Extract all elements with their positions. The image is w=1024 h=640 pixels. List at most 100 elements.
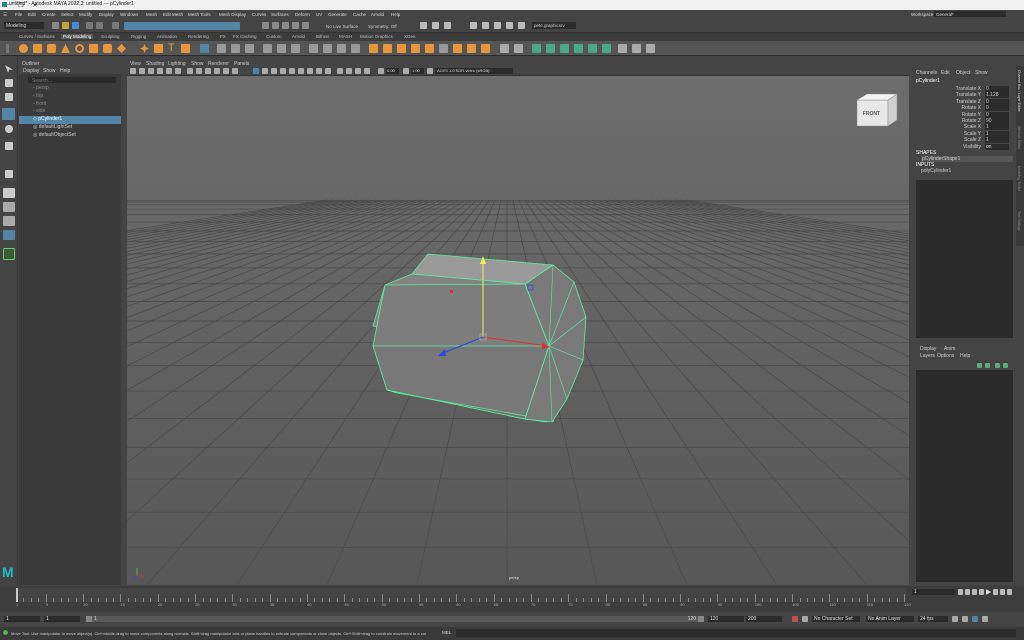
fps-select[interactable]: 24 fps: [918, 616, 948, 622]
outliner-item-top[interactable]: ▪ top: [19, 93, 121, 101]
outliner-item-persp[interactable]: ▪ persp: [19, 85, 121, 93]
new-layer-icon[interactable]: [977, 363, 982, 368]
side-tab-attribute-editor[interactable]: Attribute Editor: [1017, 126, 1021, 149]
shelf-tab-curves-surfaces[interactable]: Curves / Surfaces: [19, 34, 55, 39]
menu-surfaces[interactable]: Surfaces: [271, 12, 289, 17]
anim-layer-select[interactable]: No Anim Layer: [866, 616, 914, 622]
camera-uv-icon[interactable]: [602, 44, 611, 53]
menu-curves[interactable]: Curves: [252, 12, 266, 17]
script-language-toggle[interactable]: MEL: [442, 630, 451, 635]
resolution-gate-icon[interactable]: [205, 68, 211, 74]
prev-key-icon[interactable]: [972, 589, 977, 595]
layer-menu-layers[interactable]: Layers: [920, 353, 935, 359]
outliner-item-defaultlightset[interactable]: ◎ defaultLightSet: [19, 124, 121, 132]
channelbox-object-name[interactable]: pCylinder1: [916, 78, 940, 84]
shelf-tab-motion-graphics[interactable]: Motion Graphics: [360, 34, 393, 39]
viewport-canvas[interactable]: [127, 60, 909, 585]
menu-file[interactable]: File: [15, 12, 22, 17]
poly-cylinder-icon[interactable]: [47, 44, 56, 53]
collapse-icon[interactable]: [467, 44, 476, 53]
2d-pan-zoom-icon[interactable]: [166, 68, 172, 74]
rotate-tool-icon[interactable]: [5, 125, 13, 133]
menu-edit-mesh[interactable]: Edit Mesh: [163, 12, 183, 17]
automatic-uv-icon[interactable]: [546, 44, 555, 53]
boolean-intersect-icon[interactable]: [291, 44, 300, 53]
gamma-icon[interactable]: [403, 68, 409, 74]
character-set-select[interactable]: No Character Set: [812, 616, 860, 622]
shelf-tab-fx-caching[interactable]: FX Caching: [233, 34, 257, 39]
quad-draw-icon[interactable]: [514, 44, 523, 53]
open-scene-icon[interactable]: [62, 22, 69, 29]
shelf-tab-mash[interactable]: MASH: [339, 34, 352, 39]
type-tool-icon[interactable]: [200, 44, 209, 53]
snap-view-icon[interactable]: [292, 22, 299, 29]
layer-menu-help[interactable]: Help: [960, 353, 970, 359]
snap-point-icon[interactable]: [282, 22, 289, 29]
camera-attr-icon[interactable]: [139, 68, 145, 74]
antialiasing-icon[interactable]: [316, 68, 322, 74]
append-polygon-icon[interactable]: [411, 44, 420, 53]
play-forward-icon[interactable]: [986, 589, 991, 595]
cached-playback-icon[interactable]: [972, 616, 978, 622]
isolate-select-icon[interactable]: [337, 68, 343, 74]
menu-windows[interactable]: Windows: [120, 12, 138, 17]
attr-row-visibility[interactable]: Visibility on: [913, 143, 1013, 150]
range-handle-left[interactable]: [86, 616, 92, 622]
wireframe-icon[interactable]: [253, 68, 259, 74]
menu-select[interactable]: Select: [61, 12, 74, 17]
play-back-icon[interactable]: [979, 589, 984, 595]
next-key-icon[interactable]: [993, 589, 998, 595]
target-weld-icon[interactable]: [453, 44, 462, 53]
planar-uv-icon[interactable]: [560, 44, 569, 53]
combine-icon[interactable]: [217, 44, 226, 53]
viewcube[interactable]: [856, 93, 898, 127]
channelbox-menu-edit[interactable]: Edit: [941, 70, 950, 76]
move-tool-icon[interactable]: [2, 108, 15, 120]
view-transform-select[interactable]: ACES 1.0 SDR-video (sRGB): [435, 68, 513, 74]
separate-icon[interactable]: [231, 44, 240, 53]
grid-toggle-icon[interactable]: [187, 68, 193, 74]
layer-tab-display[interactable]: Display: [920, 346, 936, 352]
command-input[interactable]: [456, 629, 1016, 637]
mirror-icon[interactable]: [309, 44, 318, 53]
menu-help[interactable]: Help: [391, 12, 400, 17]
textured-icon[interactable]: [280, 68, 286, 74]
range-max-field[interactable]: 200: [746, 616, 782, 622]
xray-joints-icon[interactable]: [355, 68, 361, 74]
current-frame-field[interactable]: 1: [912, 589, 956, 595]
layout-uv-icon[interactable]: [632, 44, 641, 53]
outliner-layout-icon[interactable]: [3, 230, 15, 240]
time-slider[interactable]: 1 5 10 15 20 25 30 35 40 45 50 55 60 65 70 75 80 85 90 95 10…: [0, 586, 1024, 612]
smooth-shade-icon[interactable]: [262, 68, 268, 74]
scale-tool-icon[interactable]: [5, 142, 13, 150]
xray-icon[interactable]: [346, 68, 352, 74]
menu-generate[interactable]: Generate: [328, 12, 347, 17]
lights-icon[interactable]: [289, 68, 295, 74]
shadows-icon[interactable]: [298, 68, 304, 74]
channelbox-menu-object[interactable]: Object: [956, 70, 970, 76]
circularize-icon[interactable]: [481, 44, 490, 53]
workspace-select[interactable]: General*: [934, 11, 1006, 17]
outliner-item-side[interactable]: ▪ side: [19, 108, 121, 116]
go-to-start-icon[interactable]: [958, 589, 963, 595]
wireframe-on-shaded-icon[interactable]: [271, 68, 277, 74]
exposure-icon[interactable]: [378, 68, 384, 74]
color-management-icon[interactable]: [427, 68, 433, 74]
gate-mask-icon[interactable]: [214, 68, 220, 74]
range-inner-end-field[interactable]: 120: [708, 616, 744, 622]
side-tab-channel-box[interactable]: Channel Box / Layer Editor: [1017, 70, 1021, 112]
character-controls-icon[interactable]: [482, 22, 489, 29]
maya-menu-icon[interactable]: ☰: [3, 12, 7, 18]
step-back-icon[interactable]: [965, 589, 970, 595]
viewport[interactable]: FRONT persp: [127, 60, 909, 585]
image-plane-icon[interactable]: [157, 68, 163, 74]
shelf-menu-icon[interactable]: [6, 44, 9, 53]
loop-icon[interactable]: [952, 616, 958, 622]
four-view-layout-icon[interactable]: [3, 202, 15, 212]
menu-mesh-display[interactable]: Mesh Display: [219, 12, 246, 17]
paint-select-icon[interactable]: [5, 93, 13, 101]
lasso-tool-icon[interactable]: [5, 79, 13, 87]
shelf-tab-animation[interactable]: Animation: [157, 34, 177, 39]
outliner-item-front[interactable]: ▪ front: [19, 101, 121, 109]
snap-surface-icon[interactable]: [302, 22, 309, 29]
